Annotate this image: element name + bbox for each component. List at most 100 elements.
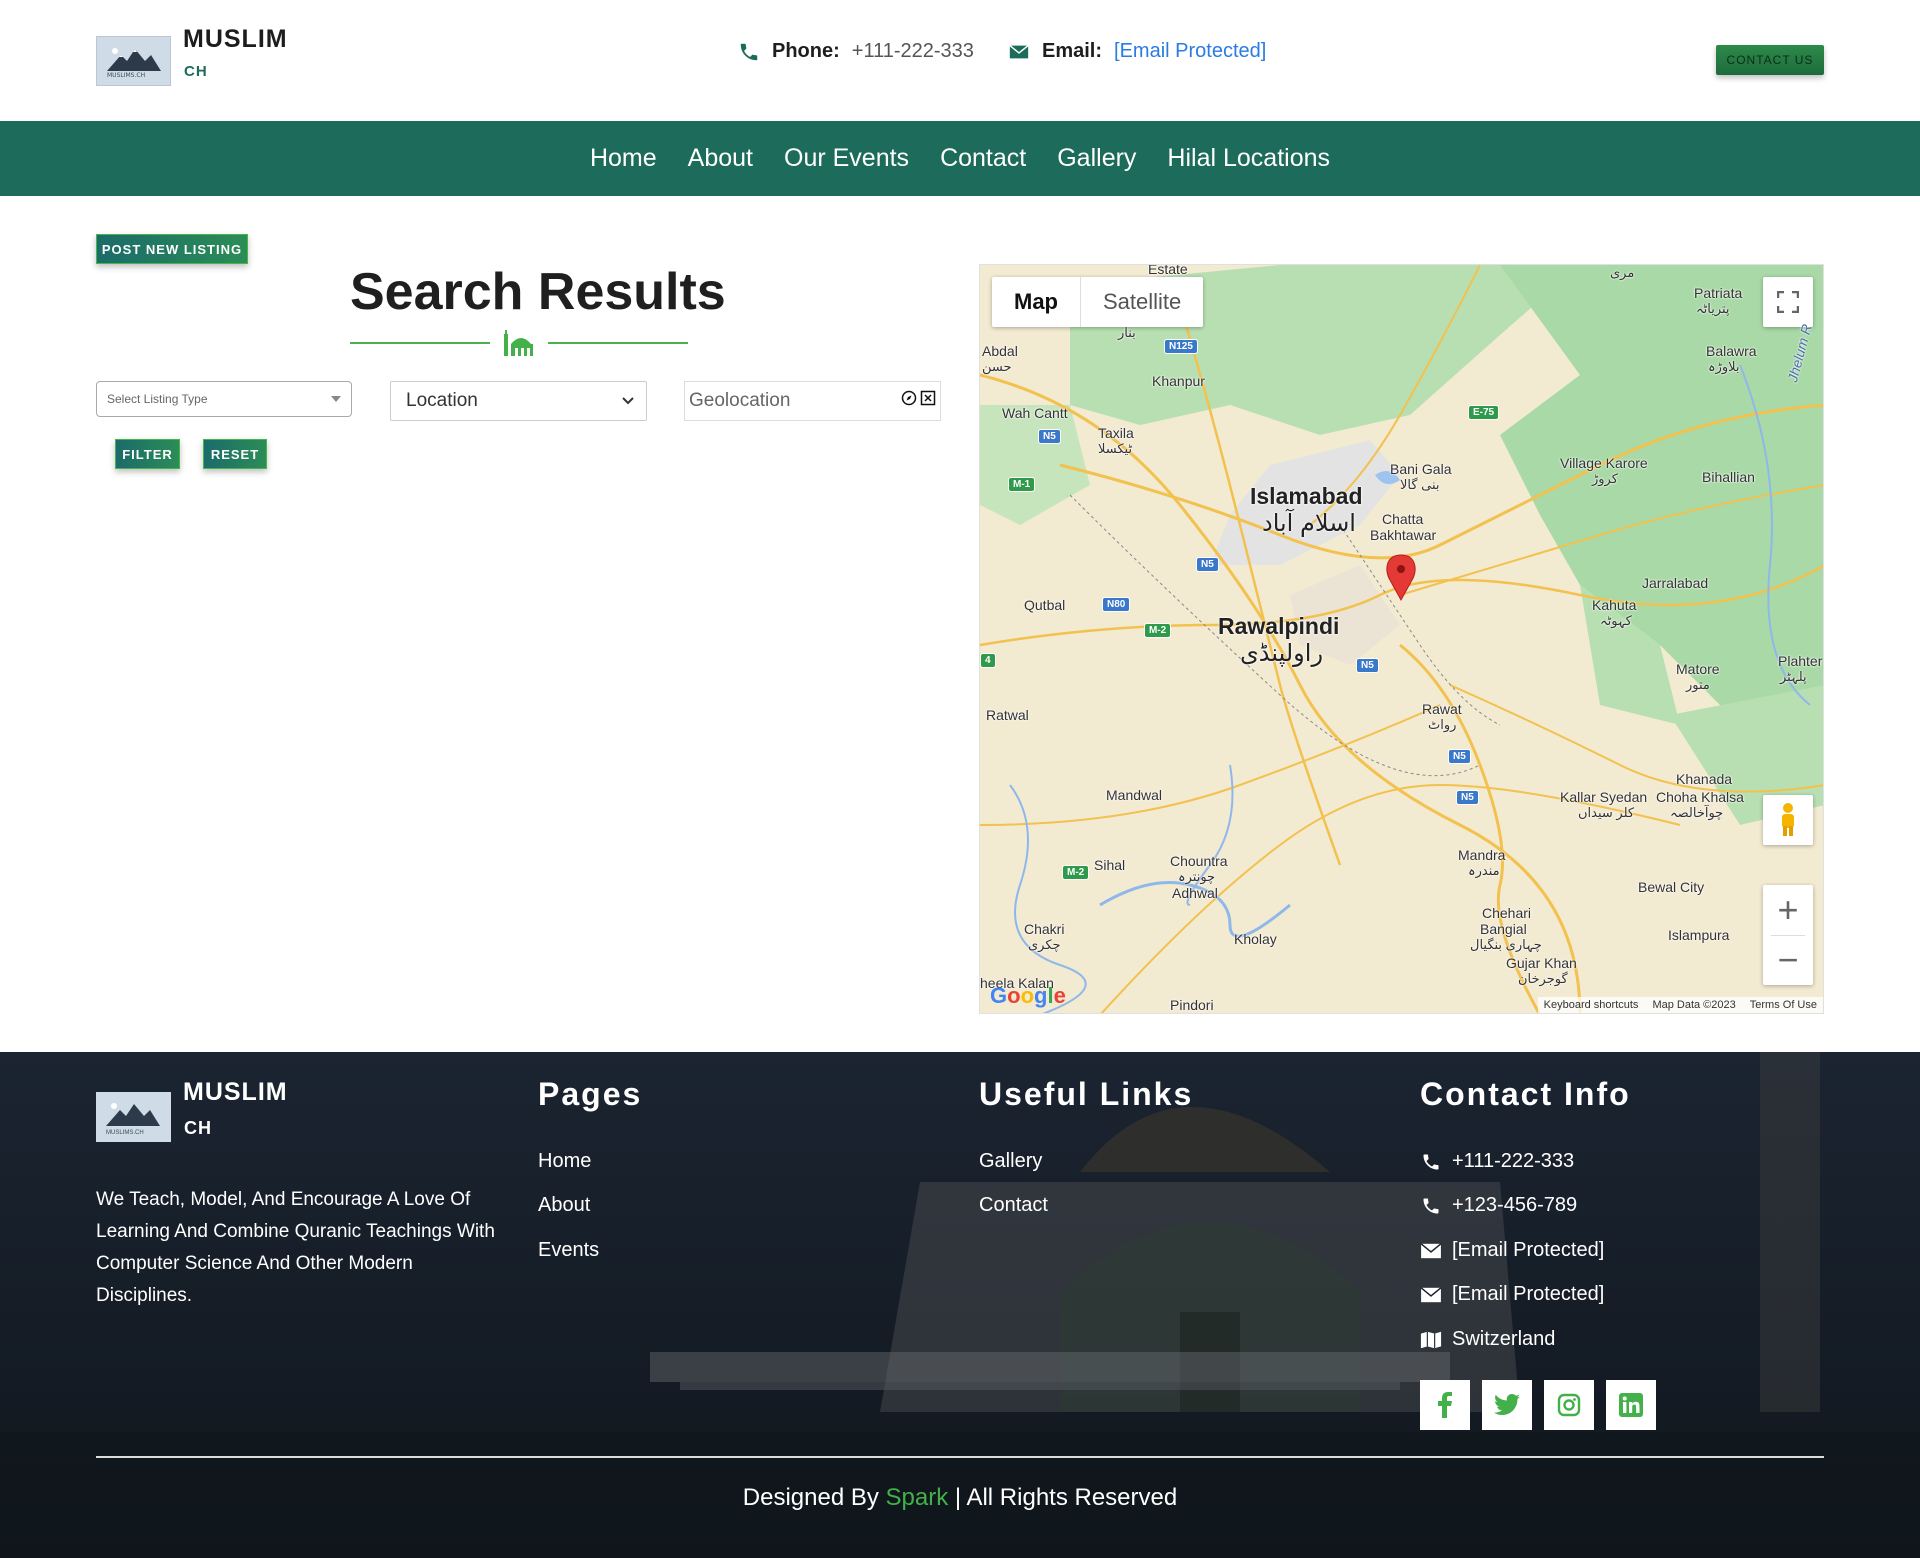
footer-useful-links-title: Useful Links [979, 1076, 1194, 1112]
map-label: ٹیکسلا [1098, 441, 1133, 456]
nav-about[interactable]: About [688, 144, 753, 173]
post-new-listing-button[interactable]: POST NEW LISTING [96, 234, 248, 264]
top-header: MUSLIMS.CH MUSLIM CH Phone: +111-222-333… [0, 0, 1920, 121]
map-tab-map[interactable]: Map [992, 277, 1081, 327]
map-type-tabs: Map Satellite [992, 277, 1204, 327]
phone-value[interactable]: +111-222-333 [852, 40, 974, 63]
footer-logo[interactable]: MUSLIMS.CH [96, 1092, 171, 1142]
map-label: کروڑ [1592, 471, 1618, 486]
road-shield: N5 [1456, 790, 1479, 805]
site-footer: MUSLIMS.CH MUSLIM CH We Teach, Model, An… [0, 1052, 1920, 1558]
road-shield: N5 [1038, 429, 1061, 444]
footer-link-contact[interactable]: Contact [979, 1194, 1048, 1217]
footer-link-home[interactable]: Home [538, 1150, 591, 1173]
compass-icon[interactable] [901, 390, 917, 406]
footer-link-about[interactable]: About [538, 1194, 590, 1217]
divider-line-left [350, 342, 490, 344]
map-label: Estate [1148, 264, 1188, 277]
nav-gallery[interactable]: Gallery [1057, 144, 1136, 173]
map-label: Bani Gala [1390, 461, 1452, 477]
map-icon [1420, 1331, 1442, 1348]
footer-email-1[interactable]: [Email Protected] [1420, 1239, 1604, 1262]
map-label: Jarralabad [1642, 575, 1709, 591]
map-label: پتریاٹہ [1696, 301, 1730, 316]
map-label: Qutbal [1024, 597, 1066, 613]
location-select-value: Location [406, 390, 478, 411]
footer-phone-2[interactable]: +123-456-789 [1420, 1194, 1577, 1217]
listing-type-select[interactable]: Select Listing Type [96, 381, 352, 417]
footer-divider [96, 1456, 1824, 1458]
site-logo[interactable]: MUSLIMS.CH [96, 36, 171, 86]
brand-subtitle: CH [184, 63, 208, 80]
nav-contact[interactable]: Contact [940, 144, 1026, 173]
map-label: کلر سیداں [1578, 805, 1635, 820]
mountain-logo-icon [107, 48, 161, 71]
instagram-link[interactable] [1544, 1380, 1594, 1430]
zoom-divider [1771, 935, 1805, 936]
reset-button[interactable]: RESET [203, 439, 267, 469]
footer-pages-title: Pages [538, 1076, 643, 1112]
map-label: مندرہ [1468, 863, 1500, 878]
map-label: Pindori [1170, 997, 1214, 1013]
nav-home[interactable]: Home [590, 144, 657, 173]
location-select[interactable]: Location [390, 381, 647, 421]
brand-title[interactable]: MUSLIM [183, 25, 288, 54]
credit-author-link[interactable]: Spark [886, 1484, 949, 1511]
zoom-out-button[interactable]: − [1763, 935, 1813, 985]
footer-phone-1[interactable]: +111-222-333 [1420, 1150, 1574, 1173]
keyboard-shortcuts-link[interactable]: Keyboard shortcuts [1544, 999, 1639, 1011]
title-divider [350, 328, 688, 358]
listing-type-placeholder: Select Listing Type [107, 392, 208, 406]
map-label: حسن [982, 359, 1012, 374]
footer-link-events[interactable]: Events [538, 1239, 599, 1262]
mountain-logo-icon [106, 1103, 160, 1126]
road-shield: M-1 [1008, 477, 1036, 492]
map-label-islamabad-urdu: اسلام آباد [1262, 510, 1356, 537]
map-label: بلاوڑہ [1708, 359, 1740, 374]
header-phone: Phone: +111-222-333 [738, 40, 974, 63]
map-label: Sihal [1094, 857, 1126, 873]
contact-us-button[interactable]: CONTACT US [1716, 45, 1824, 75]
road-shield: N125 [1164, 339, 1198, 354]
geolocation-input[interactable]: Geolocation [684, 381, 941, 421]
map-tab-satellite[interactable]: Satellite [1081, 277, 1203, 327]
header-email: Email: [Email Protected] [1008, 40, 1266, 63]
map-label: Village Karore [1560, 455, 1648, 471]
zoom-in-button[interactable]: + [1763, 885, 1813, 935]
envelope-icon [1420, 1242, 1442, 1258]
footer-location: Switzerland [1420, 1328, 1555, 1351]
road-shield: N5 [1356, 658, 1379, 673]
map-label-islamabad: Islamabad [1250, 483, 1363, 509]
road-shield: E-75 [1468, 405, 1500, 420]
filter-button[interactable]: FILTER [115, 439, 180, 469]
map-label: Mandra [1458, 847, 1506, 863]
google-logo: Google [990, 983, 1066, 1008]
footer-email-2[interactable]: [Email Protected] [1420, 1283, 1604, 1306]
map-label: Islampura [1668, 927, 1730, 943]
map-label: Matore [1676, 661, 1720, 677]
fullscreen-button[interactable] [1763, 277, 1813, 327]
map-label: بنار [1118, 325, 1136, 340]
road-shield: M-2 [1062, 865, 1090, 880]
map-label: Kholay [1234, 931, 1277, 947]
twitter-icon [1494, 1394, 1520, 1415]
map-label: Rawat [1422, 701, 1462, 717]
linkedin-link[interactable] [1606, 1380, 1656, 1430]
footer-location-text: Switzerland [1452, 1328, 1556, 1350]
nav-our-events[interactable]: Our Events [784, 144, 909, 173]
email-value[interactable]: [Email Protected] [1114, 40, 1266, 63]
nav-hilal-locations[interactable]: Hilal Locations [1167, 144, 1330, 173]
map-label: کہوٹہ [1600, 613, 1632, 628]
clear-icon[interactable] [920, 390, 936, 406]
map-widget[interactable]: Map Satellite + − Estate مری Patriata پت… [979, 264, 1824, 1014]
terms-link[interactable]: Terms Of Use [1750, 999, 1817, 1011]
map-label: Bihallian [1702, 469, 1755, 485]
map-label: Chatta [1382, 511, 1424, 527]
twitter-link[interactable] [1482, 1380, 1532, 1430]
map-label: متور [1686, 677, 1710, 692]
facebook-link[interactable] [1420, 1380, 1470, 1430]
map-label: Balawra [1706, 343, 1757, 359]
footer-link-gallery[interactable]: Gallery [979, 1150, 1042, 1173]
street-view-pegman[interactable] [1763, 795, 1813, 845]
email-label: Email: [1042, 40, 1103, 62]
